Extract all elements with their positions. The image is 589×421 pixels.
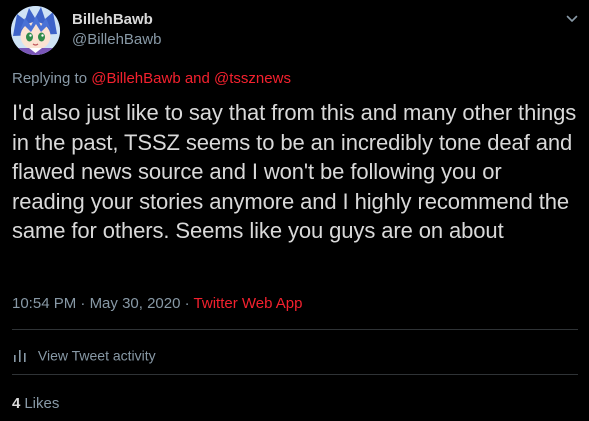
author-display-name[interactable]: BillehBawb xyxy=(72,11,153,29)
divider xyxy=(12,329,578,330)
replying-to-conjunction: and xyxy=(184,70,210,87)
tweet-text: I'd also just like to say that from this… xyxy=(12,100,577,243)
likes-count: 4 xyxy=(12,395,21,412)
divider xyxy=(12,374,578,375)
bar-chart-icon xyxy=(12,347,28,363)
mention-billehbawb[interactable]: @BillehBawb xyxy=(91,70,180,87)
tweet-meta: 10:54 PM · May 30, 2020 · Twitter Web Ap… xyxy=(12,295,303,313)
mention-tssznews[interactable]: @tssznews xyxy=(214,70,291,87)
meta-separator: · xyxy=(184,295,190,312)
tweet-source-link[interactable]: Twitter Web App xyxy=(194,295,303,312)
anime-avatar-icon[interactable] xyxy=(11,6,60,55)
author-handle[interactable]: @BillehBawb xyxy=(72,31,161,49)
meta-separator: · xyxy=(80,295,86,312)
chevron-down-icon[interactable] xyxy=(562,9,582,29)
likes-link[interactable]: 4 Likes xyxy=(12,395,59,413)
tweet: BillehBawb @BillehBawb Replying to @Bill… xyxy=(0,0,589,421)
tweet-date[interactable]: May 30, 2020 xyxy=(90,295,181,312)
view-tweet-activity-label: View Tweet activity xyxy=(37,347,156,364)
view-tweet-activity-link[interactable]: View Tweet activity xyxy=(12,344,156,364)
likes-label: Likes xyxy=(24,395,60,412)
tweet-time[interactable]: 10:54 PM xyxy=(12,295,76,312)
replying-to-line: Replying to @BillehBawb and @tssznews xyxy=(12,70,291,88)
replying-to-label: Replying to xyxy=(12,70,88,87)
